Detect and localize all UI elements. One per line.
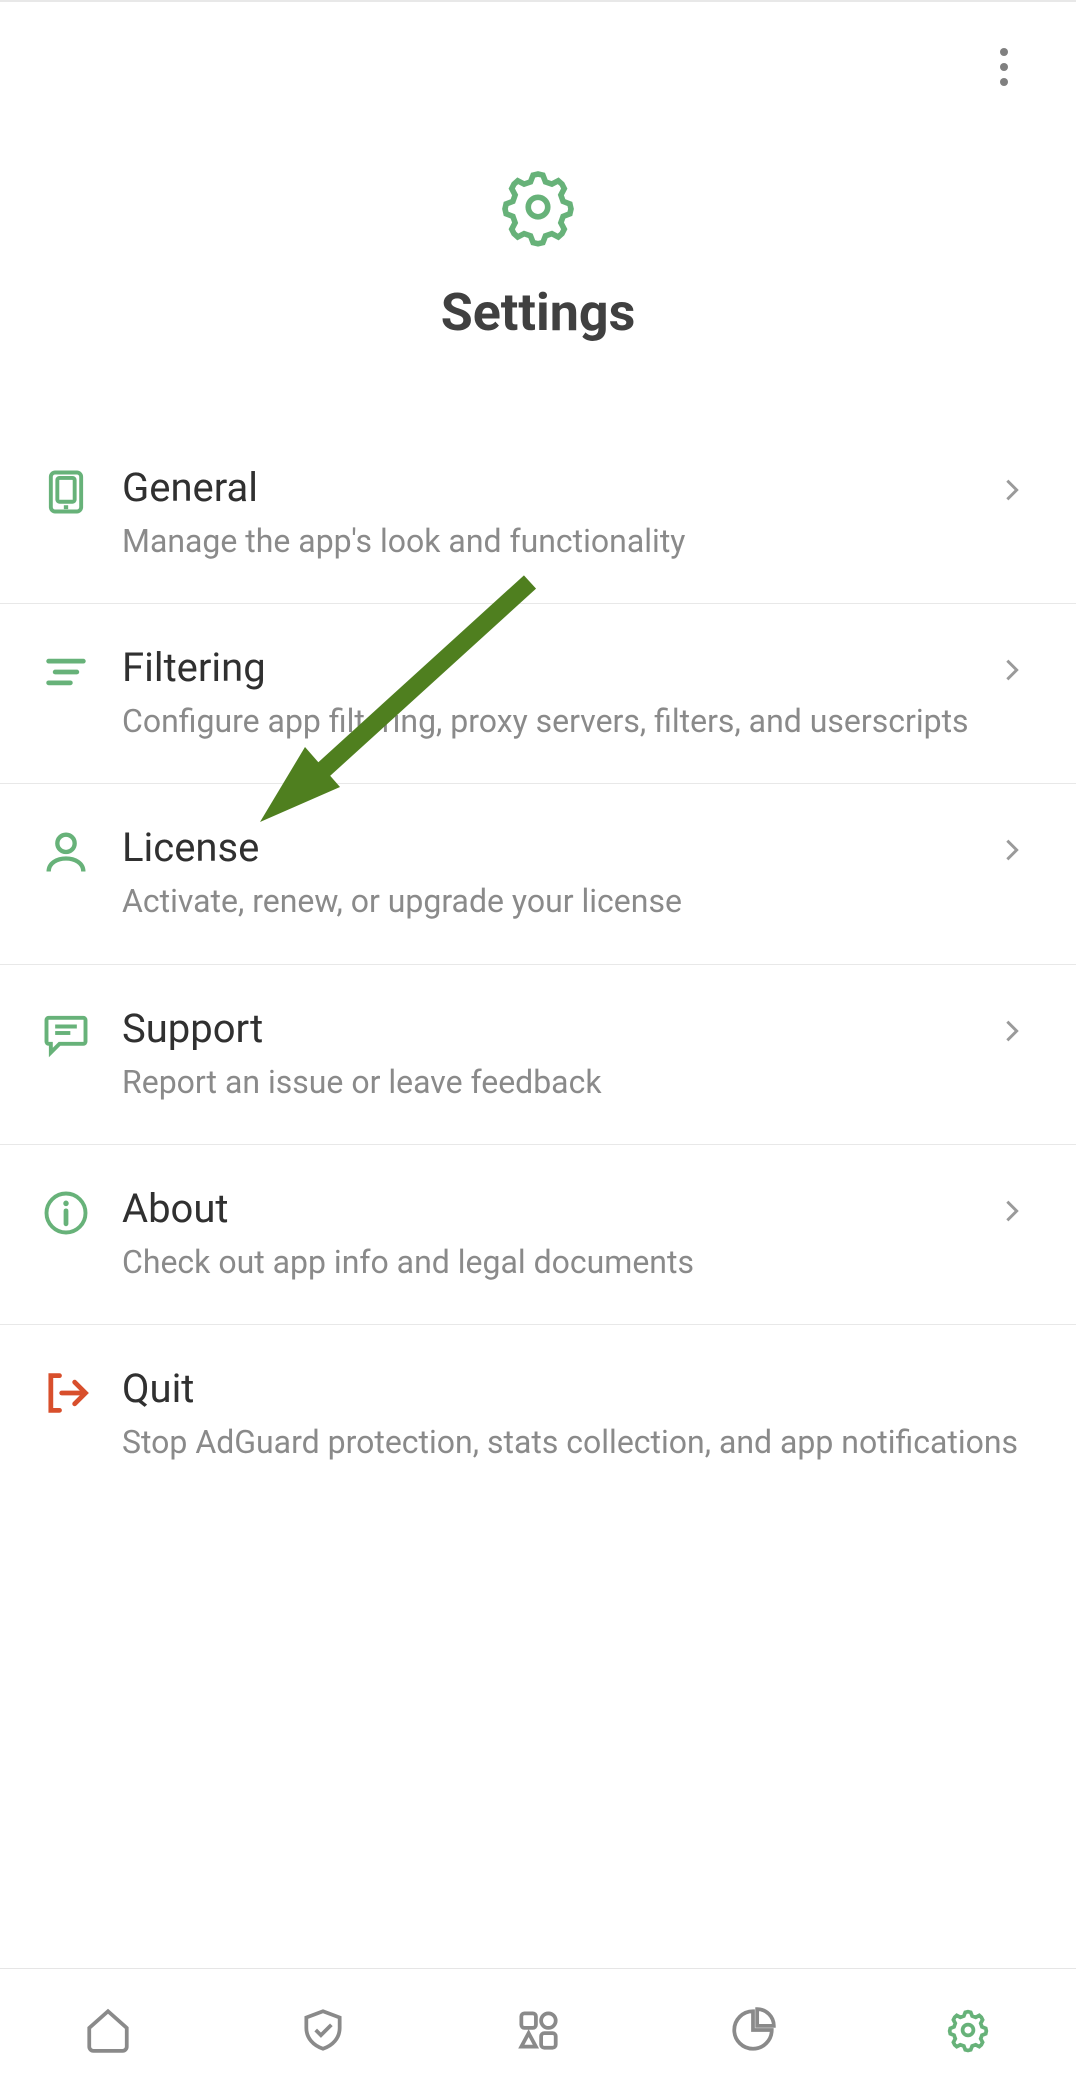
- item-title: General: [122, 464, 978, 512]
- settings-item-license[interactable]: License Activate, renew, or upgrade your…: [0, 784, 1076, 964]
- gear-icon: [493, 162, 583, 252]
- nav-home[interactable]: [0, 1969, 215, 2089]
- item-body: Support Report an issue or leave feedbac…: [122, 1005, 978, 1104]
- item-subtitle: Report an issue or leave feedback: [122, 1061, 978, 1104]
- nav-protection[interactable]: [215, 1969, 430, 2089]
- settings-item-general[interactable]: General Manage the app's look and functi…: [0, 424, 1076, 604]
- nav-apps[interactable]: [430, 1969, 645, 2089]
- settings-item-about[interactable]: About Check out app info and legal docum…: [0, 1145, 1076, 1325]
- apps-icon: [513, 2005, 563, 2055]
- settings-item-support[interactable]: Support Report an issue or leave feedbac…: [0, 965, 1076, 1145]
- dot-icon: [1000, 63, 1008, 71]
- item-title: Quit: [122, 1365, 1026, 1413]
- chevron-right-icon: [998, 1197, 1026, 1225]
- quit-icon: [40, 1367, 92, 1419]
- gear-icon: [943, 2005, 993, 2055]
- top-bar: [0, 2, 1076, 132]
- home-icon: [83, 2005, 133, 2055]
- bottom-nav: [0, 1968, 1076, 2089]
- item-body: Filtering Configure app filtering, proxy…: [122, 644, 978, 743]
- item-title: License: [122, 824, 978, 872]
- page-header: Settings: [0, 132, 1076, 423]
- item-body: License Activate, renew, or upgrade your…: [122, 824, 978, 923]
- item-body: About Check out app info and legal docum…: [122, 1185, 978, 1284]
- filter-icon: [40, 646, 92, 698]
- chat-icon: [40, 1007, 92, 1059]
- chevron-right-icon: [998, 1017, 1026, 1045]
- settings-item-quit[interactable]: Quit Stop AdGuard protection, stats coll…: [0, 1325, 1076, 1504]
- chevron-right-icon: [998, 656, 1026, 684]
- chevron-right-icon: [998, 476, 1026, 504]
- phone-icon: [40, 466, 92, 518]
- item-title: Support: [122, 1005, 978, 1053]
- nav-stats[interactable]: [646, 1969, 861, 2089]
- item-subtitle: Configure app filtering, proxy servers, …: [122, 700, 978, 743]
- shield-icon: [298, 2005, 348, 2055]
- user-icon: [40, 826, 92, 878]
- more-button[interactable]: [982, 45, 1026, 89]
- chevron-right-icon: [998, 836, 1026, 864]
- info-icon: [40, 1187, 92, 1239]
- page-title: Settings: [441, 282, 636, 343]
- item-body: General Manage the app's look and functi…: [122, 464, 978, 563]
- settings-item-filtering[interactable]: Filtering Configure app filtering, proxy…: [0, 604, 1076, 784]
- settings-list: General Manage the app's look and functi…: [0, 423, 1076, 1504]
- dot-icon: [1000, 48, 1008, 56]
- item-title: About: [122, 1185, 978, 1233]
- item-subtitle: Activate, renew, or upgrade your license: [122, 880, 978, 923]
- dot-icon: [1000, 78, 1008, 86]
- item-subtitle: Check out app info and legal documents: [122, 1241, 978, 1284]
- nav-settings[interactable]: [861, 1969, 1076, 2089]
- item-title: Filtering: [122, 644, 978, 692]
- item-body: Quit Stop AdGuard protection, stats coll…: [122, 1365, 1026, 1464]
- item-subtitle: Stop AdGuard protection, stats collectio…: [122, 1421, 1026, 1464]
- piechart-icon: [728, 2005, 778, 2055]
- item-subtitle: Manage the app's look and functionality: [122, 520, 978, 563]
